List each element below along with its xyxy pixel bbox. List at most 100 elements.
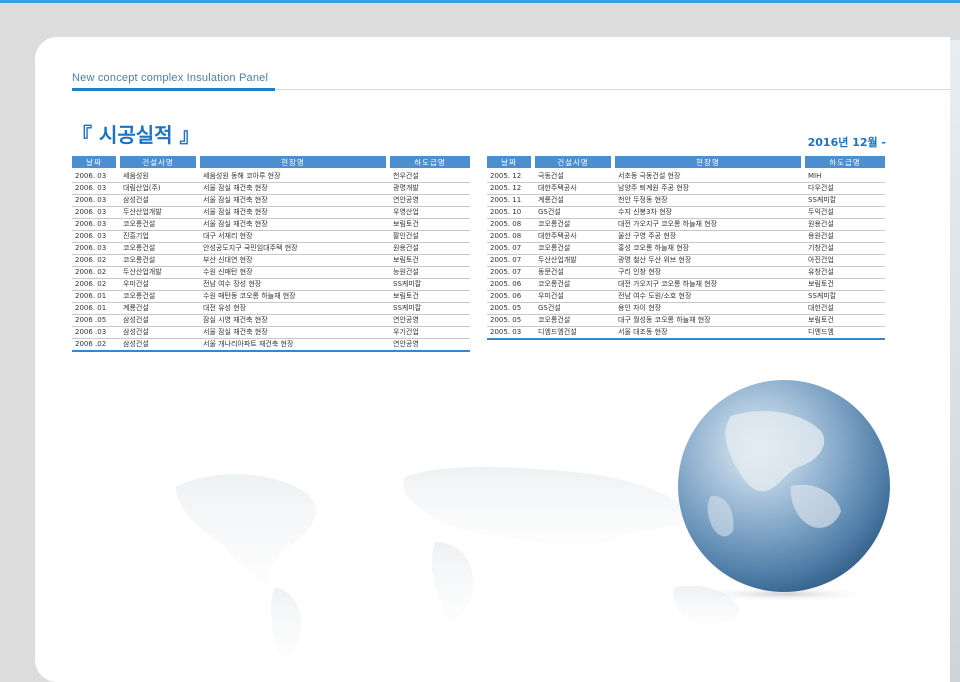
table-row: 2006. 03 대림산업(주) 서울 잠실 재건축 현장 광명개발	[72, 183, 470, 195]
cell-date: 2006. 03	[72, 195, 120, 207]
cell-date: 2005. 07	[487, 267, 535, 279]
cell-date: 2006 .02	[72, 339, 120, 352]
cell-date: 2005. 08	[487, 231, 535, 243]
table-row: 2005. 03 디엠드엠건설 서울 대조동 현장 디엔드엠	[487, 327, 885, 340]
table-row: 2005. 07 코오롱건설 홍성 코오롱 하늘채 현장 기창건설	[487, 243, 885, 255]
col-header-site: 현장명	[615, 156, 805, 168]
cell-company: 코오롱건설	[535, 315, 615, 327]
cell-date: 2006. 03	[72, 183, 120, 195]
cell-subcontractor: SS케미칼	[390, 279, 470, 291]
col-header-company: 건설사명	[535, 156, 615, 168]
cell-company: 코오롱건설	[120, 219, 200, 231]
header-divider	[275, 89, 950, 90]
cell-subcontractor: SS케미칼	[805, 291, 885, 303]
col-header-subcontractor: 하도급명	[805, 156, 885, 168]
col-header-subcontractor: 하도급명	[390, 156, 470, 168]
cell-site: 수원 매탄동 코오롱 하늘채 현장	[200, 291, 390, 303]
cell-site: 대전 가오지구 코오롱 하늘채 현장	[615, 279, 805, 291]
cell-date: 2006. 03	[72, 168, 120, 183]
records-table-left: 날짜 건설사명 현장명 하도급명 2006. 03 세움성원 세움성원 동해 코아루…	[72, 156, 470, 352]
cell-date: 2006. 02	[72, 279, 120, 291]
cell-subcontractor: MIH	[805, 168, 885, 183]
cell-company: 계룡건설	[120, 303, 200, 315]
table-row: 2005. 12 대한주택공사 남양주 퇴계원 주공 현장 다우건설	[487, 183, 885, 195]
cell-company: 계룡건설	[535, 195, 615, 207]
cell-company: 코오롱건설	[120, 291, 200, 303]
cell-site: 서울 대조동 현장	[615, 327, 805, 340]
cell-company: 동문건설	[535, 267, 615, 279]
cell-date: 2005. 07	[487, 255, 535, 267]
col-header-date: 날짜	[487, 156, 535, 168]
page-title: 『 시공실적 』	[72, 123, 200, 147]
cell-company: 디엠드엠건설	[535, 327, 615, 340]
cell-subcontractor: SS케미칼	[805, 195, 885, 207]
cell-company: 두산산업개발	[120, 207, 200, 219]
cell-date: 2005. 08	[487, 219, 535, 231]
cell-subcontractor: 용원건설	[805, 231, 885, 243]
cell-subcontractor: 광명개발	[390, 183, 470, 195]
cell-subcontractor: 보림토건	[805, 315, 885, 327]
cell-site: 남양주 퇴계원 주공 현장	[615, 183, 805, 195]
table-row: 2005. 05 GS건설 용인 자이 현장 대한건설	[487, 303, 885, 315]
table-row: 2005. 06 우미건설 전남 여수 도원/소호 현장 SS케미칼	[487, 291, 885, 303]
cell-subcontractor: 천우건설	[390, 168, 470, 183]
cell-company: GS건설	[535, 303, 615, 315]
cell-date: 2006. 02	[72, 255, 120, 267]
cell-subcontractor: 우기건업	[390, 327, 470, 339]
cell-site: 세움성원 동해 코아루 현장	[200, 168, 390, 183]
table-row: 2005. 05 코오롱건설 대구 월성동 코오롱 하늘채 현장 보림토건	[487, 315, 885, 327]
table-row: 2005. 08 대한주택공사 울산 구영 주공 현장 용원건설	[487, 231, 885, 243]
cell-company: 삼성건설	[120, 315, 200, 327]
cell-subcontractor: 두익건설	[805, 207, 885, 219]
cell-site: 광명 철산 두산 위브 현장	[615, 255, 805, 267]
table-row: 2006. 01 코오롱건설 수원 매탄동 코오롱 하늘채 현장 보림토건	[72, 291, 470, 303]
table-row: 2006. 03 세움성원 세움성원 동해 코아루 현장 천우건설	[72, 168, 470, 183]
table-row: 2006. 03 두산산업개발 서울 잠실 재건축 현장 우영산업	[72, 207, 470, 219]
cell-company: 두산산업개발	[535, 255, 615, 267]
cell-company: 세움성원	[120, 168, 200, 183]
table-row: 2006. 01 계룡건설 대전 유성 현장 SS케미칼	[72, 303, 470, 315]
cell-site: 대전 유성 현장	[200, 303, 390, 315]
table-row: 2006. 03 진흥기업 대구 서재리 현장 팔인건설	[72, 231, 470, 243]
table-body-left: 2006. 03 세움성원 세움성원 동해 코아루 현장 천우건설 2006. 03 대림…	[72, 168, 470, 352]
table-row: 2005. 08 코오롱건설 대전 가오지구 코오롱 하늘채 현장 원용건설	[487, 219, 885, 231]
earth-globe-illustration	[678, 380, 890, 602]
cell-site: 서초동 극동건설 현장	[615, 168, 805, 183]
cell-subcontractor: 기창건설	[805, 243, 885, 255]
cell-subcontractor: 원용건설	[805, 219, 885, 231]
table-row: 2006. 02 우미건설 전남 여수 장성 현장 SS케미칼	[72, 279, 470, 291]
cell-date: 2005. 10	[487, 207, 535, 219]
cell-date: 2005. 03	[487, 327, 535, 340]
top-accent-bar	[0, 0, 960, 3]
cell-subcontractor: 연안공영	[390, 339, 470, 352]
cell-company: 대한주택공사	[535, 231, 615, 243]
cell-subcontractor: 아진건업	[805, 255, 885, 267]
cell-company: 삼성건설	[120, 327, 200, 339]
cell-company: 코오롱건설	[535, 279, 615, 291]
cell-company: 삼성건설	[120, 339, 200, 352]
cell-subcontractor: 보림토건	[390, 291, 470, 303]
cell-date: 2006. 03	[72, 207, 120, 219]
table-row: 2006 .05 삼성건설 잠실 시영 재건축 현장 연안공영	[72, 315, 470, 327]
cell-date: 2005. 12	[487, 168, 535, 183]
cell-subcontractor: 우영산업	[390, 207, 470, 219]
cell-site: 부산 신대연 현장	[200, 255, 390, 267]
cell-site: 전남 여수 도원/소호 현장	[615, 291, 805, 303]
cell-subcontractor: 다우건설	[805, 183, 885, 195]
cell-site: 서울 잠실 재건축 현장	[200, 327, 390, 339]
cell-date: 2006. 03	[72, 243, 120, 255]
cell-company: 진흥기업	[120, 231, 200, 243]
cell-company: 우미건설	[120, 279, 200, 291]
cell-company: 코오롱건설	[120, 255, 200, 267]
header-subtitle: New concept complex Insulation Panel	[72, 72, 269, 84]
cell-site: 천안 두정동 현장	[615, 195, 805, 207]
cell-date: 2006. 03	[72, 219, 120, 231]
cell-date: 2006. 01	[72, 303, 120, 315]
header-accent-line	[72, 88, 275, 91]
cell-company: 우미건설	[535, 291, 615, 303]
cell-site: 홍성 코오롱 하늘채 현장	[615, 243, 805, 255]
cell-site: 수지 신봉3차 현장	[615, 207, 805, 219]
cell-date: 2005. 05	[487, 303, 535, 315]
cell-site: 전남 여수 장성 현장	[200, 279, 390, 291]
cell-company: 두산산업개발	[120, 267, 200, 279]
